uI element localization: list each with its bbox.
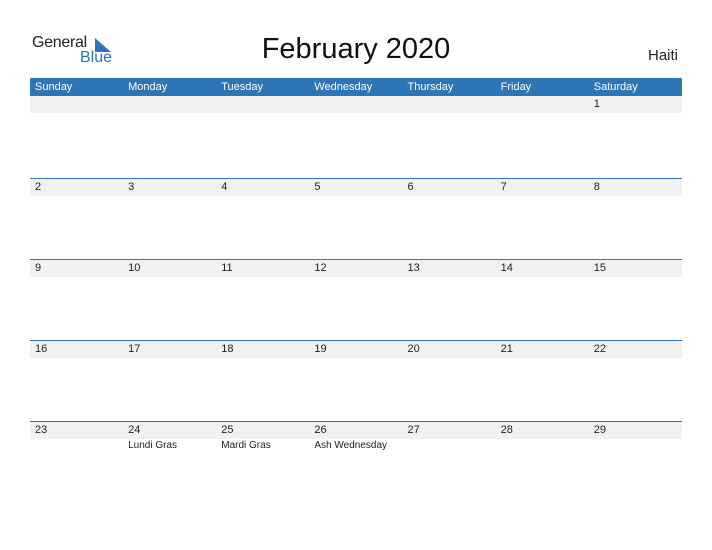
calendar-grid: Sunday Monday Tuesday Wednesday Thursday…	[30, 78, 682, 502]
holiday-label: Mardi Gras	[221, 440, 271, 451]
day-number: 25	[221, 424, 234, 436]
day-number	[128, 96, 216, 113]
day-number: 14	[500, 262, 513, 274]
day-number: 21	[500, 343, 513, 355]
day-number: 29	[593, 424, 606, 436]
day-cell: 4	[216, 179, 309, 197]
week-row: 9 10 11 12 13 14 15	[30, 259, 682, 340]
day-number: 27	[407, 424, 420, 436]
day-number	[501, 96, 589, 113]
country-label: Haiti	[647, 47, 678, 64]
day-number: 8	[593, 181, 600, 193]
day-number: 12	[314, 262, 327, 274]
day-cell: 18	[216, 341, 309, 359]
day-cell: 12	[309, 260, 402, 278]
day-cell: 16	[30, 341, 123, 359]
day-number	[221, 96, 309, 113]
day-number	[408, 96, 496, 113]
day-number: 6	[407, 181, 414, 193]
day-number: 2	[35, 181, 42, 193]
day-number: 20	[407, 343, 420, 355]
day-number: 10	[128, 262, 141, 274]
weekday-thursday: Thursday	[407, 81, 454, 93]
day-number: 19	[314, 343, 327, 355]
day-cell: 2	[30, 179, 123, 197]
day-number: 22	[593, 343, 606, 355]
day-number	[35, 96, 123, 113]
day-number: 9	[35, 262, 42, 274]
day-cell: 7	[496, 179, 589, 197]
week-row: 23 24 Lundi Gras 25 Mardi Gras 26 Ash Wednesda…	[30, 421, 682, 502]
day-cell: 26 Ash Wednesday	[309, 422, 402, 452]
day-cell	[30, 96, 123, 114]
weekday-tuesday: Tuesday	[221, 81, 264, 93]
day-cell: 14	[496, 260, 589, 278]
day-cell: 17	[123, 341, 216, 359]
holiday-label: Lundi Gras	[128, 440, 178, 451]
week-cells: 23 24 Lundi Gras 25 Mardi Gras 26 Ash Wednesda…	[30, 422, 682, 452]
day-cell	[309, 96, 402, 114]
day-cell: 15	[589, 260, 682, 278]
day-cell	[496, 96, 589, 114]
day-number: 26	[314, 424, 327, 436]
day-cell: 23	[30, 422, 123, 452]
day-cell: 22	[589, 341, 682, 359]
weekday-header: Sunday Monday Tuesday Wednesday Thursday…	[30, 78, 682, 96]
day-cell: 21	[496, 341, 589, 359]
day-number: 13	[407, 262, 420, 274]
day-number: 16	[35, 343, 48, 355]
day-cell	[216, 96, 309, 114]
week-row: 1	[30, 96, 682, 178]
day-cell: 3	[123, 179, 216, 197]
day-cell: 13	[403, 260, 496, 278]
week-cells: 9 10 11 12 13 14 15	[30, 260, 682, 278]
week-row: 16 17 18 19 20 21 22	[30, 340, 682, 421]
day-number: 4	[221, 181, 228, 193]
weekday-friday: Friday	[500, 81, 532, 93]
day-number: 7	[500, 181, 507, 193]
day-number: 3	[128, 181, 135, 193]
day-cell: 9	[30, 260, 123, 278]
day-cell	[123, 96, 216, 114]
day-cell: 29	[589, 422, 682, 452]
day-cell: 1	[589, 96, 682, 114]
day-cell: 6	[403, 179, 496, 197]
day-number	[314, 96, 402, 113]
day-number: 1	[593, 98, 600, 110]
day-number: 11	[221, 262, 233, 274]
weekday-saturday: Saturday	[593, 81, 638, 93]
page-title: February 2020	[261, 33, 451, 65]
day-cell: 8	[589, 179, 682, 197]
weekday-sunday: Sunday	[35, 81, 73, 93]
day-number: 5	[314, 181, 321, 193]
day-cell: 28	[496, 422, 589, 452]
week-cells: 16 17 18 19 20 21 22	[30, 341, 682, 359]
week-cells: 2 3 4 5 6 7 8	[30, 179, 682, 197]
day-number: 28	[500, 424, 513, 436]
week-cells: 1	[30, 96, 682, 114]
day-cell: 5	[309, 179, 402, 197]
day-cell: 20	[403, 341, 496, 359]
day-number: 18	[221, 343, 234, 355]
week-row: 2 3 4 5 6 7 8	[30, 178, 682, 259]
day-number: 23	[35, 424, 48, 436]
day-cell	[403, 96, 496, 114]
weekday-monday: Monday	[128, 81, 168, 93]
weekday-wednesday: Wednesday	[314, 81, 373, 93]
day-cell: 10	[123, 260, 216, 278]
day-number: 15	[593, 262, 606, 274]
day-cell: 25 Mardi Gras	[216, 422, 309, 452]
holiday-label: Ash Wednesday	[314, 440, 388, 451]
day-cell: 24 Lundi Gras	[123, 422, 216, 452]
day-cell: 19	[309, 341, 402, 359]
day-cell: 27	[403, 422, 496, 452]
day-cell: 11	[216, 260, 309, 278]
day-number: 24	[128, 424, 141, 436]
day-number: 17	[128, 343, 141, 355]
